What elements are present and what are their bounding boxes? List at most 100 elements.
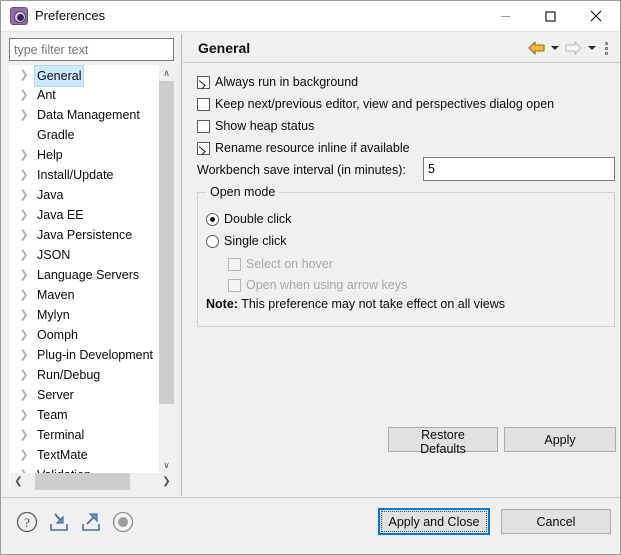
tree-item-label: Team xyxy=(37,408,68,422)
tree-item-gradle[interactable]: Gradle xyxy=(10,125,160,145)
checkbox-keep-next-previous-editor-view-and-persp[interactable]: Keep next/previous editor, view and pers… xyxy=(197,94,554,114)
radio-selected-icon[interactable] xyxy=(206,212,219,226)
scroll-left-icon[interactable]: ❮ xyxy=(10,473,27,490)
export-button[interactable] xyxy=(78,509,104,535)
forward-dropdown-icon[interactable] xyxy=(585,38,598,58)
back-button[interactable] xyxy=(526,38,546,58)
tree-item-plug-in-development[interactable]: ❯ Plug-in Development xyxy=(10,345,160,365)
tree-item-label: General xyxy=(34,65,85,87)
chevron-right-icon[interactable]: ❯ xyxy=(19,385,29,405)
radio-double-click[interactable]: Double click xyxy=(206,209,291,229)
help-button[interactable]: ? xyxy=(14,509,40,535)
tree-vertical-scrollbar[interactable]: ∧ ∨ xyxy=(159,65,174,473)
checkbox-show-heap-status[interactable]: Show heap status xyxy=(197,116,314,136)
tree-item-terminal[interactable]: ❯ Terminal xyxy=(10,425,160,445)
chevron-right-icon[interactable]: ❯ xyxy=(19,65,29,85)
page-header: General xyxy=(183,34,620,63)
chevron-right-icon[interactable]: ❯ xyxy=(19,345,29,365)
tree-item-oomph[interactable]: ❯ Oomph xyxy=(10,325,160,345)
tree-item-run-debug[interactable]: ❯ Run/Debug xyxy=(10,365,160,385)
chevron-right-icon[interactable]: ❯ xyxy=(19,465,29,473)
checkbox-checked-icon[interactable] xyxy=(197,141,210,155)
tree-item-ant[interactable]: ❯ Ant xyxy=(10,85,160,105)
chevron-right-icon[interactable]: ❯ xyxy=(19,325,29,345)
checkbox-label: Show heap status xyxy=(215,119,315,133)
scroll-down-icon[interactable]: ∨ xyxy=(159,457,174,473)
tree-item-general[interactable]: ❯ General xyxy=(10,65,160,87)
maximize-button[interactable] xyxy=(528,1,573,31)
checkbox-unchecked-disabled-icon xyxy=(228,278,241,292)
chevron-right-icon[interactable]: ❯ xyxy=(19,145,29,165)
tree-item-label: Language Servers xyxy=(37,268,140,282)
help-icon: ? xyxy=(16,511,38,533)
tree-item-label: Mylyn xyxy=(37,308,70,322)
import-icon xyxy=(50,513,68,531)
checkbox-checked-icon[interactable] xyxy=(197,75,210,89)
tree-item-label: JSON xyxy=(37,248,71,262)
tree-item-data-management[interactable]: ❯ Data Management xyxy=(10,105,160,125)
import-button[interactable] xyxy=(46,509,72,535)
radio-single-click[interactable]: Single click xyxy=(206,231,287,251)
chevron-right-icon[interactable]: ❯ xyxy=(19,205,29,225)
forward-button[interactable] xyxy=(563,38,583,58)
tree-horizontal-scrollbar[interactable]: ❮ ❯ xyxy=(10,473,175,490)
chevron-right-icon[interactable]: ❯ xyxy=(19,365,29,385)
checkbox-label: Keep next/previous editor, view and pers… xyxy=(215,97,555,111)
tree-item-json[interactable]: ❯ JSON xyxy=(10,245,160,265)
search-input[interactable] xyxy=(9,38,174,61)
view-menu-icon[interactable] xyxy=(600,38,612,58)
dialog-footer: ? Apply and Close Cancel xyxy=(2,498,620,554)
chevron-right-icon[interactable]: ❯ xyxy=(19,305,29,325)
checkbox-unchecked-icon[interactable] xyxy=(197,97,210,111)
tree-item-maven[interactable]: ❯ Maven xyxy=(10,285,160,305)
tree-horizontal-scroll-thumb[interactable] xyxy=(35,473,130,490)
oomph-circle-button[interactable] xyxy=(110,509,136,535)
save-interval-input[interactable] xyxy=(423,157,615,181)
checkbox-rename-resource-inline-if-available[interactable]: Rename resource inline if available xyxy=(197,138,410,158)
chevron-right-icon[interactable]: ❯ xyxy=(19,265,29,285)
tree-item-team[interactable]: ❯ Team xyxy=(10,405,160,425)
chevron-right-icon[interactable]: ❯ xyxy=(19,225,29,245)
close-button[interactable] xyxy=(573,1,618,31)
tree-item-label: Java xyxy=(37,188,64,202)
open-mode-group: Open mode Double click Single click Select… xyxy=(197,185,615,327)
tree-item-install-update[interactable]: ❯ Install/Update xyxy=(10,165,160,185)
scroll-up-icon[interactable]: ∧ xyxy=(159,65,174,81)
chevron-right-icon[interactable]: ❯ xyxy=(19,445,29,465)
panel-divider[interactable] xyxy=(181,34,182,496)
back-dropdown-icon[interactable] xyxy=(548,38,561,58)
tree-vertical-scroll-thumb[interactable] xyxy=(159,81,174,404)
tree-item-help[interactable]: ❯ Help xyxy=(10,145,160,165)
tree-item-label: Terminal xyxy=(37,428,85,442)
chevron-right-icon[interactable]: ❯ xyxy=(19,85,29,105)
chevron-right-icon[interactable]: ❯ xyxy=(19,105,29,125)
tree-item-java-persistence[interactable]: ❯ Java Persistence xyxy=(10,225,160,245)
chevron-right-icon[interactable]: ❯ xyxy=(19,185,29,205)
chevron-right-icon[interactable]: ❯ xyxy=(19,165,29,185)
tree-item-textmate[interactable]: ❯ TextMate xyxy=(10,445,160,465)
save-interval-label: Workbench save interval (in minutes): xyxy=(197,163,406,177)
tree-item-java-ee[interactable]: ❯ Java EE xyxy=(10,205,160,225)
checkbox-unchecked-icon[interactable] xyxy=(197,119,210,133)
checkbox-always-run-in-background[interactable]: Always run in background xyxy=(197,72,358,92)
tree-item-server[interactable]: ❯ Server xyxy=(10,385,160,405)
general-preference-page: General Always run in background Keep ne… xyxy=(183,34,620,496)
cancel-button[interactable]: Cancel xyxy=(501,509,611,534)
minimize-button[interactable] xyxy=(483,1,528,31)
tree-item-java[interactable]: ❯ Java xyxy=(10,185,160,205)
apply-and-close-button[interactable]: Apply and Close xyxy=(378,508,490,535)
chevron-right-icon[interactable]: ❯ xyxy=(19,405,29,425)
tree-item-language-servers[interactable]: ❯ Language Servers xyxy=(10,265,160,285)
scroll-right-icon[interactable]: ❯ xyxy=(158,473,175,490)
chevron-right-icon[interactable]: ❯ xyxy=(19,245,29,265)
tree-item-mylyn[interactable]: ❯ Mylyn xyxy=(10,305,160,325)
forward-arrow-icon xyxy=(564,41,582,55)
apply-button[interactable]: Apply xyxy=(504,427,616,452)
radio-unselected-icon[interactable] xyxy=(206,234,219,248)
preference-tree-list[interactable]: ❯ General ❯ Ant ❯ Data Management Gradle ❯ Help ❯… xyxy=(10,65,160,473)
chevron-right-icon[interactable]: ❯ xyxy=(19,425,29,445)
restore-defaults-button[interactable]: Restore Defaults xyxy=(388,427,498,456)
maximize-icon xyxy=(545,10,556,22)
tree-item-validation[interactable]: ❯ Validation xyxy=(10,465,160,473)
chevron-right-icon[interactable]: ❯ xyxy=(19,285,29,305)
